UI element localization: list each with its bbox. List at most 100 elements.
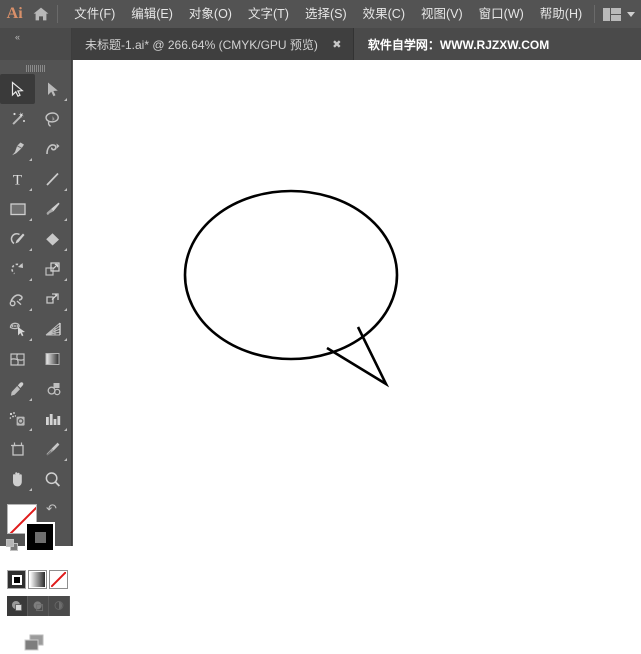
screen-mode-icon <box>21 632 51 654</box>
perspective-grid-tool[interactable] <box>35 314 70 344</box>
tool-more-indicator <box>64 188 67 191</box>
gradient-fill-icon <box>30 572 45 587</box>
change-screen-mode-button[interactable] <box>0 632 71 654</box>
shaper-tool[interactable] <box>0 224 35 254</box>
draw-mode-row <box>0 596 71 616</box>
tool-more-indicator <box>29 248 32 251</box>
symbol-sprayer-icon <box>8 410 28 429</box>
free-transform-icon <box>43 290 62 309</box>
menu-file[interactable]: 文件(F) <box>66 0 123 28</box>
free-transform-tool[interactable] <box>35 284 70 314</box>
hand-tool[interactable] <box>0 464 35 494</box>
shaper-icon <box>8 230 27 249</box>
tool-more-indicator <box>29 158 32 161</box>
menu-window[interactable]: 窗口(W) <box>471 0 532 28</box>
color-mode-button[interactable] <box>7 570 26 589</box>
magic-wand-tool[interactable] <box>0 104 35 134</box>
none-mode-button[interactable] <box>49 570 68 589</box>
symbol-sprayer-tool[interactable] <box>0 404 35 434</box>
menu-edit[interactable]: 编辑(E) <box>123 0 181 28</box>
rotate-tool[interactable] <box>0 254 35 284</box>
blend-tool[interactable] <box>35 374 70 404</box>
paintbrush-tool[interactable] <box>35 194 70 224</box>
mesh-tool[interactable] <box>0 344 35 374</box>
artboard-canvas[interactable] <box>73 60 641 546</box>
shape-builder-tool[interactable] <box>0 314 35 344</box>
menu-help[interactable]: 帮助(H) <box>532 0 590 28</box>
tool-more-indicator <box>29 338 32 341</box>
menu-effect[interactable]: 效果(C) <box>355 0 413 28</box>
gradient-tool[interactable] <box>35 344 70 374</box>
curvature-tool[interactable] <box>35 134 70 164</box>
workspace-switcher[interactable] <box>603 8 635 21</box>
lasso-icon <box>43 110 62 129</box>
direct-selection-tool[interactable] <box>35 74 70 104</box>
eyedropper-tool[interactable] <box>0 374 35 404</box>
direct-selection-tool-icon <box>44 81 61 98</box>
pen-tool[interactable] <box>0 134 35 164</box>
curvature-icon <box>43 140 62 159</box>
type-tool[interactable]: T <box>0 164 35 194</box>
workspace-grid-icon <box>603 8 621 21</box>
gradient-mode-button[interactable] <box>28 570 47 589</box>
rotate-icon <box>8 260 27 279</box>
eyedropper-icon <box>8 380 27 399</box>
menu-select[interactable]: 选择(S) <box>297 0 355 28</box>
zoom-tool[interactable] <box>35 464 70 494</box>
menu-view[interactable]: 视图(V) <box>413 0 471 28</box>
gradient-icon <box>43 350 62 368</box>
home-icon[interactable] <box>29 0 53 28</box>
selection-tool[interactable] <box>0 74 35 104</box>
tool-more-indicator <box>29 188 32 191</box>
rectangle-tool[interactable] <box>0 194 35 224</box>
scale-tool[interactable] <box>35 254 70 284</box>
type-icon: T <box>8 170 27 189</box>
shape-builder-icon <box>8 320 28 339</box>
artboard-tool[interactable] <box>0 434 35 464</box>
document-tab-active[interactable]: 未标题-1.ai* @ 266.64% (CMYK/GPU 预览) ✖ <box>72 28 354 60</box>
panel-drag-handle[interactable] <box>0 60 71 74</box>
tool-more-indicator <box>29 278 32 281</box>
tool-more-indicator <box>64 278 67 281</box>
perspective-grid-icon <box>43 320 63 339</box>
tool-more-indicator <box>64 98 67 101</box>
lasso-tool[interactable] <box>35 104 70 134</box>
rectangle-icon <box>8 200 28 218</box>
document-tab-watermark[interactable]: 软件自学网：WWW.RJZXW.COM <box>354 28 558 60</box>
default-fill-stroke-icon[interactable] <box>6 539 20 553</box>
tool-grid: T <box>0 74 71 494</box>
collapse-panel-icon[interactable]: « <box>4 31 30 43</box>
tool-more-indicator <box>64 458 67 461</box>
tool-more-indicator <box>29 398 32 401</box>
draw-behind-icon <box>31 599 45 613</box>
draw-behind-button[interactable] <box>28 596 49 616</box>
menu-type[interactable]: 文字(T) <box>240 0 297 28</box>
draw-normal-button[interactable] <box>7 596 28 616</box>
artboard-icon <box>8 440 27 459</box>
hand-icon <box>8 470 27 489</box>
width-tool[interactable] <box>0 284 35 314</box>
eraser-tool[interactable] <box>35 224 70 254</box>
watermark-text: 软件自学网：WWW.RJZXW.COM <box>368 36 549 53</box>
draw-normal-icon <box>10 599 24 613</box>
speech-bubble-path[interactable] <box>73 60 641 546</box>
close-icon[interactable]: ✖ <box>330 37 344 51</box>
no-fill-icon <box>51 572 66 587</box>
chevron-down-icon <box>627 12 635 17</box>
zoom-icon <box>43 470 62 489</box>
draw-inside-button[interactable] <box>49 596 70 616</box>
swap-fill-stroke-icon[interactable]: ↶ <box>46 502 57 515</box>
tool-more-indicator <box>29 308 32 311</box>
blend-icon <box>43 380 62 399</box>
line-segment-tool[interactable] <box>35 164 70 194</box>
column-graph-tool[interactable] <box>35 404 70 434</box>
draw-inside-icon <box>52 599 66 613</box>
tool-more-indicator <box>64 218 67 221</box>
fill-stroke-controls: ↶ <box>0 500 71 568</box>
slice-tool[interactable] <box>35 434 70 464</box>
mesh-icon <box>8 350 27 369</box>
menu-object[interactable]: 对象(O) <box>181 0 240 28</box>
menu-bar: Ai 文件(F) 编辑(E) 对象(O) 文字(T) 选择(S) 效果(C) 视… <box>0 0 641 28</box>
tool-more-indicator <box>64 428 67 431</box>
stroke-swatch[interactable] <box>25 522 55 552</box>
